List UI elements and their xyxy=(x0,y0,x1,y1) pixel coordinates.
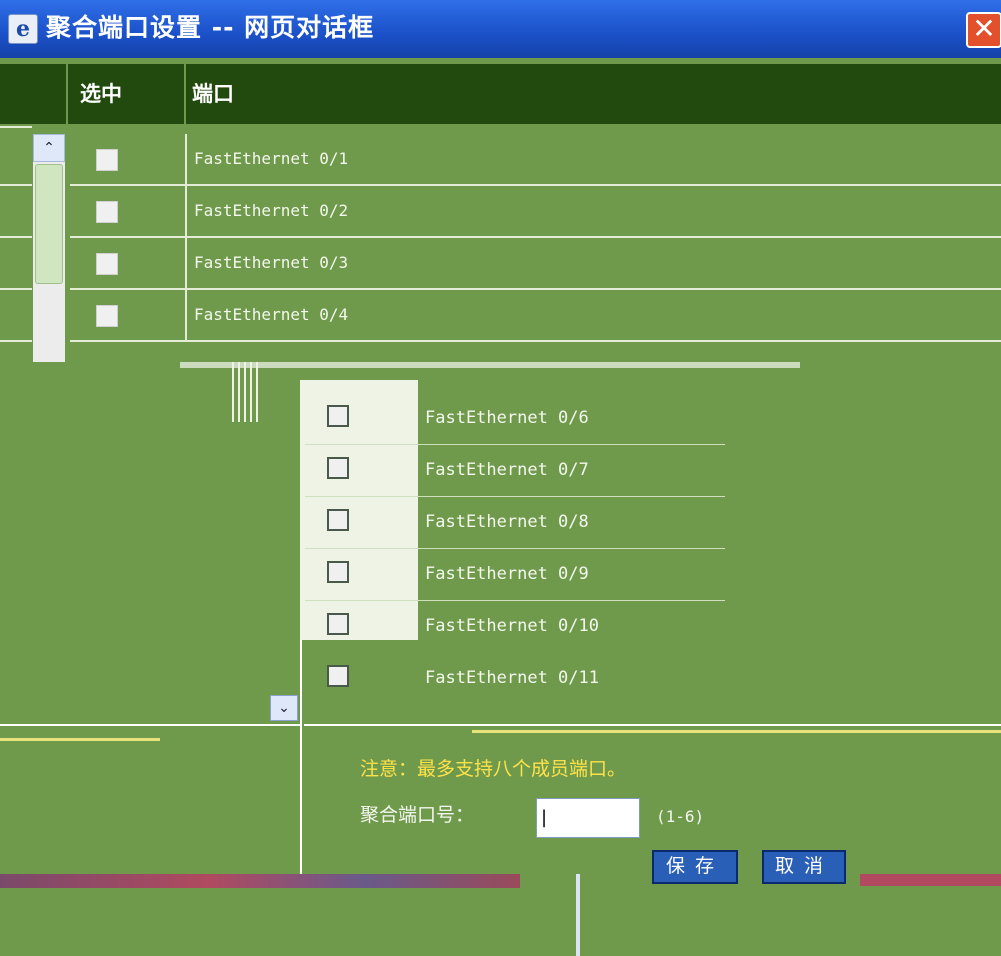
port-name: FastEthernet 0/8 xyxy=(425,512,589,532)
row-divider xyxy=(0,184,32,186)
panel-divider xyxy=(472,730,1001,733)
row-checkbox[interactable] xyxy=(327,613,349,635)
row-checkbox[interactable] xyxy=(327,561,349,583)
table-row: FastEthernet 0/4 xyxy=(70,290,1001,342)
column-divider xyxy=(185,290,187,342)
render-artifact xyxy=(860,874,1001,886)
table-row: FastEthernet 0/1 xyxy=(70,134,1001,186)
row-checkbox[interactable] xyxy=(96,149,118,171)
render-artifact xyxy=(180,362,800,368)
list-item: FastEthernet 0/7 xyxy=(305,444,725,497)
title-bar: e 聚合端口设置 -- 网页对话框 ✕ xyxy=(0,0,1001,58)
header-select: 选中 xyxy=(80,82,122,106)
scroll-up-button[interactable]: ⌃ xyxy=(33,134,65,162)
port-table: 选中 端口 FastEthernet 0/1 FastEthernet 0/2 … xyxy=(0,58,1001,363)
port-name: FastEthernet 0/10 xyxy=(425,616,599,636)
port-name: FastEthernet 0/3 xyxy=(194,253,349,272)
table-row: FastEthernet 0/3 xyxy=(70,238,1001,290)
list-item: FastEthernet 0/8 xyxy=(305,496,725,549)
header-separator xyxy=(66,64,68,124)
port-name: FastEthernet 0/9 xyxy=(425,564,589,584)
save-button[interactable]: 保存 xyxy=(652,850,738,884)
row-checkbox[interactable] xyxy=(327,405,349,427)
table-header: 选中 端口 xyxy=(0,64,1001,124)
row-divider xyxy=(0,236,32,238)
list-item: FastEthernet 0/9 xyxy=(305,548,725,601)
port-name: FastEthernet 0/4 xyxy=(194,305,349,324)
port-name: FastEthernet 0/7 xyxy=(425,460,589,480)
port-number-input[interactable]: | xyxy=(536,798,640,838)
row-checkbox[interactable] xyxy=(327,665,349,687)
row-checkbox[interactable] xyxy=(327,509,349,531)
panel-divider xyxy=(300,640,302,875)
ie-icon: e xyxy=(8,14,38,44)
port-name: FastEthernet 0/6 xyxy=(425,408,589,428)
port-name: FastEthernet 0/1 xyxy=(194,149,349,168)
row-checkbox[interactable] xyxy=(327,457,349,479)
range-hint: (1-6) xyxy=(656,807,705,826)
close-button[interactable]: ✕ xyxy=(966,12,1001,48)
list-item: FastEthernet 0/6 xyxy=(305,392,725,445)
panel-divider xyxy=(0,738,160,741)
render-artifact xyxy=(576,874,580,956)
row-divider xyxy=(0,288,32,290)
row-checkbox[interactable] xyxy=(96,305,118,327)
column-divider xyxy=(185,134,187,186)
panel-divider xyxy=(304,724,1001,726)
header-separator xyxy=(184,64,186,124)
render-artifact xyxy=(232,362,262,422)
row-divider xyxy=(0,126,32,128)
row-divider xyxy=(0,340,32,342)
column-divider xyxy=(185,186,187,238)
list-item: FastEthernet 0/10 xyxy=(305,600,725,652)
scrollbar-thumb[interactable] xyxy=(35,164,63,284)
row-checkbox[interactable] xyxy=(96,201,118,223)
column-divider xyxy=(185,238,187,290)
list-item: FastEthernet 0/11 xyxy=(305,652,725,704)
panel-divider xyxy=(0,724,300,726)
cancel-button[interactable]: 取消 xyxy=(762,850,846,884)
notice-text: 注意：最多支持八个成员端口。 xyxy=(360,758,627,780)
table-row: FastEthernet 0/2 xyxy=(70,186,1001,238)
window-title: 聚合端口设置 -- 网页对话框 xyxy=(46,13,375,42)
scroll-down-button[interactable]: ⌄ xyxy=(270,695,298,721)
row-checkbox[interactable] xyxy=(96,253,118,275)
port-name: FastEthernet 0/11 xyxy=(425,668,599,688)
render-artifact xyxy=(0,874,520,888)
header-port: 端口 xyxy=(192,82,234,106)
port-name: FastEthernet 0/2 xyxy=(194,201,349,220)
port-number-label: 聚合端口号： xyxy=(360,804,475,826)
